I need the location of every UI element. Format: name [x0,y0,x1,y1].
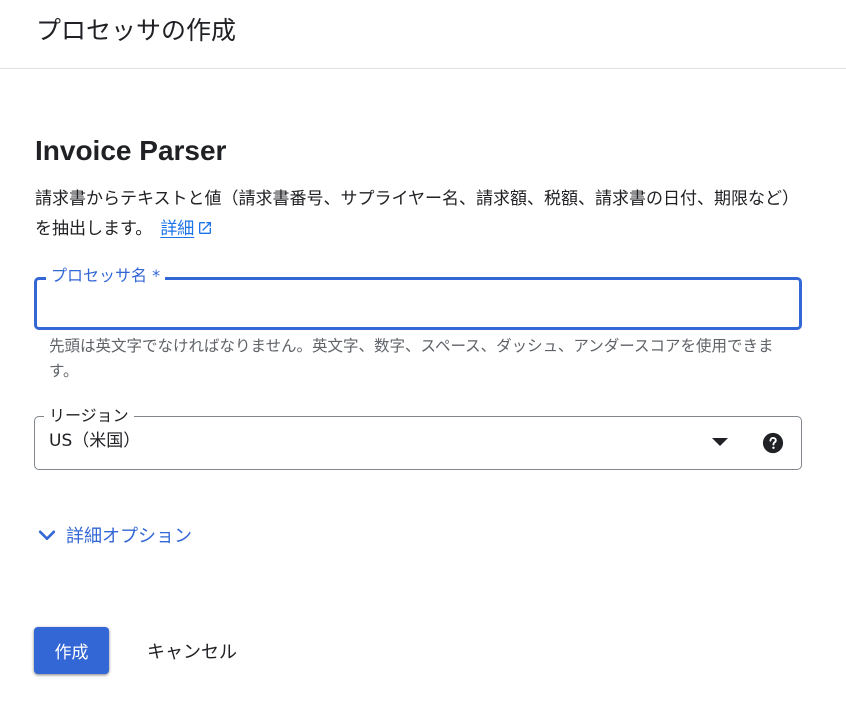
create-button[interactable]: 作成 [34,627,109,674]
processor-name-helper: 先頭は英文字でなければなりません。英文字、数字、スペース、ダッシュ、アンダースコ… [49,337,774,380]
description-text: 請求書からテキストと値（請求書番号、サプライヤー名、請求額、税額、請求書の日付、… [35,189,791,239]
advanced-options-label: 詳細オプション [66,526,192,547]
learn-more-link[interactable]: 詳細 [160,219,213,239]
processor-description: 請求書からテキストと値（請求書番号、サプライヤー名、請求額、税額、請求書の日付、… [35,184,795,244]
region-label: リージョン [44,406,134,426]
learn-more-label: 詳細 [160,219,195,239]
chevron-down-icon [38,530,56,540]
open-in-new-icon [199,222,212,234]
region-value: US（米国） [49,431,141,451]
processor-name-input[interactable] [49,290,788,318]
processor-name-label: プロセッサ名 * [46,266,166,286]
help-icon[interactable] [762,432,784,454]
advanced-options-toggle[interactable]: 詳細オプション [36,521,192,549]
page-title: プロセッサの作成 [36,16,237,45]
processor-type-title: Invoice Parser [35,135,227,166]
cancel-button[interactable]: キャンセル [132,627,252,674]
arrow-drop-down-icon [712,438,728,446]
processor-name-field[interactable]: プロセッサ名 * [34,266,802,330]
region-select[interactable]: リージョン US（米国） [34,406,802,470]
page-header: プロセッサの作成 [0,0,846,69]
